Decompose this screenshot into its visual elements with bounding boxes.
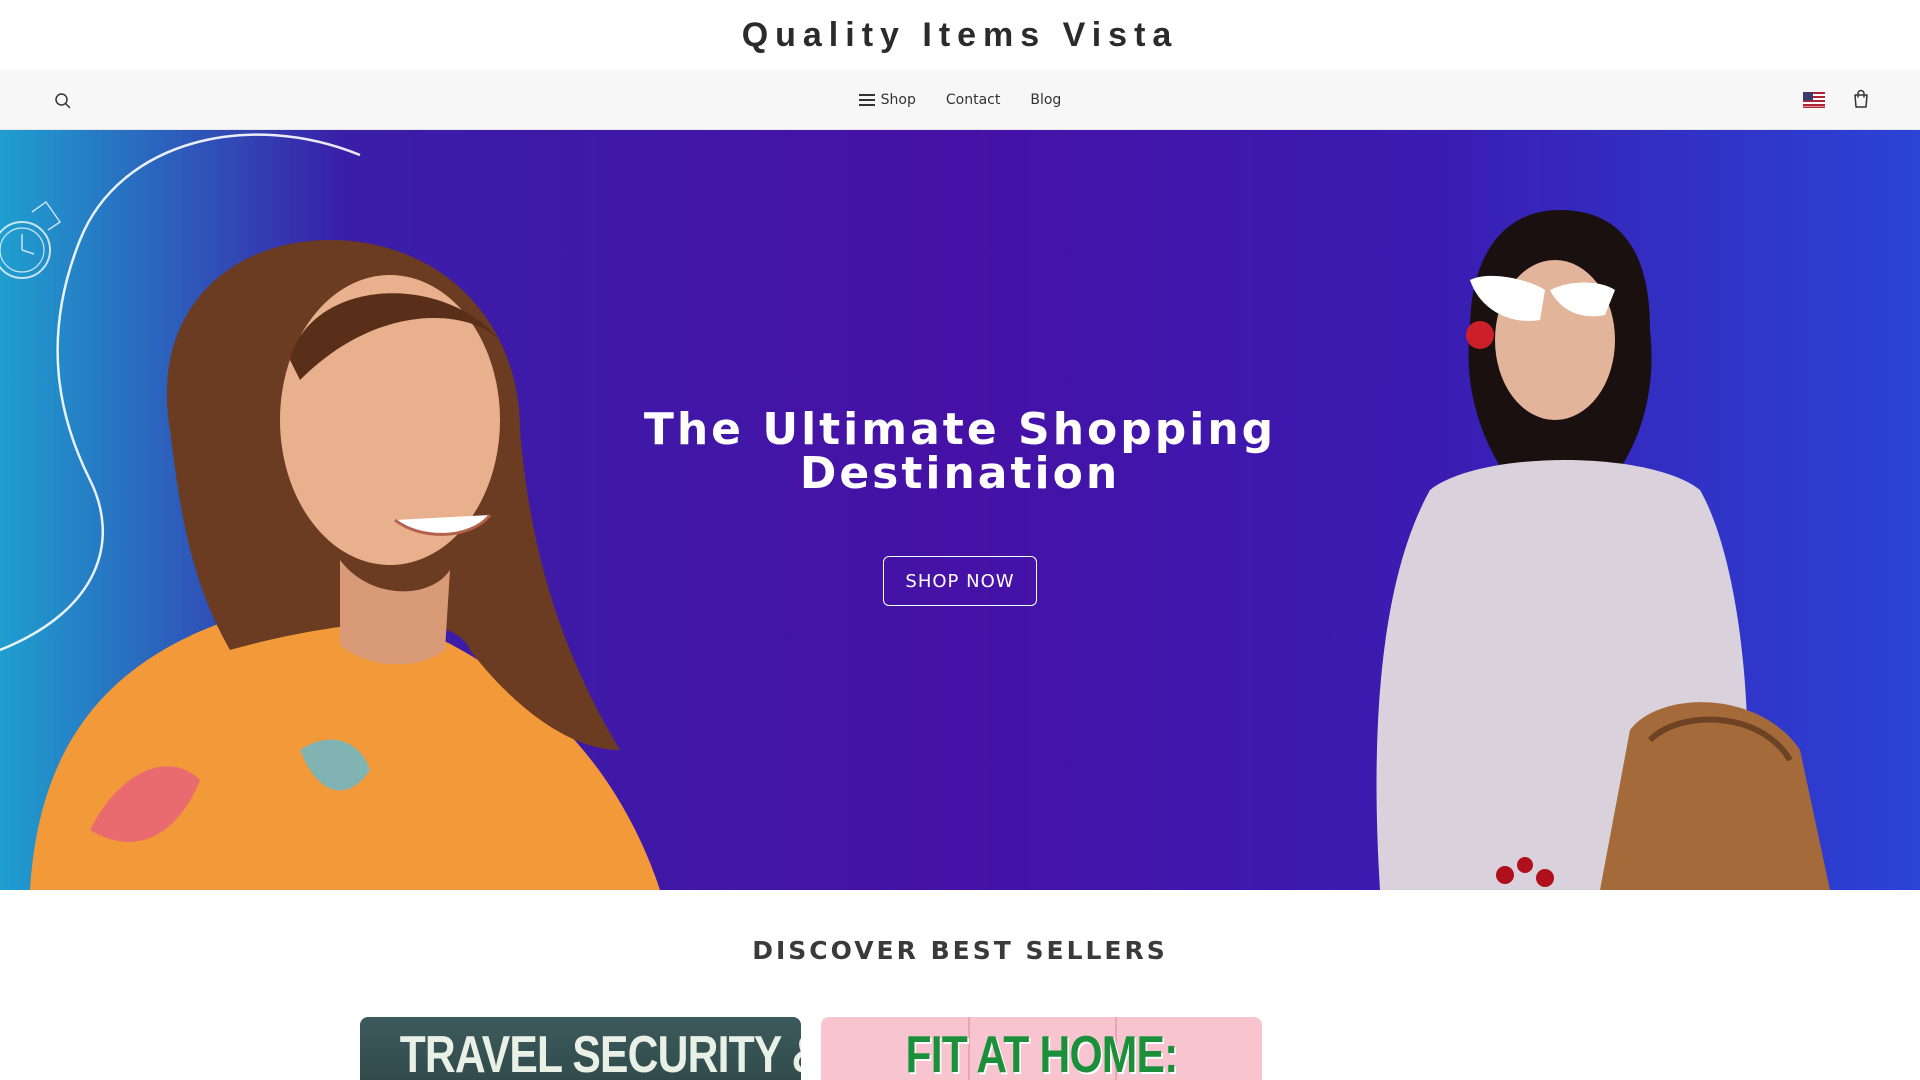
shopping-bag-icon[interactable]: [1850, 88, 1872, 110]
search-icon[interactable]: [52, 90, 74, 112]
nav-item-label: Blog: [1030, 92, 1062, 108]
hero-model-left: [30, 240, 660, 890]
hero-title: The Ultimate Shopping Destination: [560, 408, 1360, 496]
shop-now-button[interactable]: SHOP NOW: [883, 556, 1037, 606]
nav-item-label: Contact: [945, 92, 1001, 108]
nav-item-contact[interactable]: Contact: [946, 92, 1000, 108]
card-banner-text: FIT AT HOME:: [905, 1026, 1178, 1080]
best-seller-card-fitness[interactable]: FIT AT HOME:: [821, 1017, 1262, 1080]
nav-menu: Shop Contact Blog: [0, 70, 1920, 130]
hamburger-menu-icon: [858, 93, 875, 107]
brand-header: Quality Items Vista: [0, 0, 1920, 70]
us-flag-icon[interactable]: [1803, 92, 1825, 108]
nav-item-label: Shop: [880, 92, 916, 108]
watch-icon: [0, 200, 62, 279]
hero-decoration: [0, 133, 1830, 890]
best-sellers-title: DISCOVER BEST SELLERS: [752, 936, 1168, 965]
hero-title-line2: Destination: [799, 448, 1121, 499]
best-seller-card-travel[interactable]: TRAVEL SECURITY &: [360, 1017, 801, 1080]
hero-banner: The Ultimate Shopping Destination SHOP N…: [0, 130, 1920, 890]
nav-item-shop[interactable]: Shop: [858, 92, 916, 108]
card-banner-text: TRAVEL SECURITY &: [399, 1026, 801, 1080]
main-navigation: Shop Contact Blog: [0, 70, 1920, 130]
site-logo-title[interactable]: Quality Items Vista: [742, 16, 1179, 55]
nav-item-blog[interactable]: Blog: [1030, 92, 1061, 108]
hero-model-right: [1376, 210, 1830, 890]
